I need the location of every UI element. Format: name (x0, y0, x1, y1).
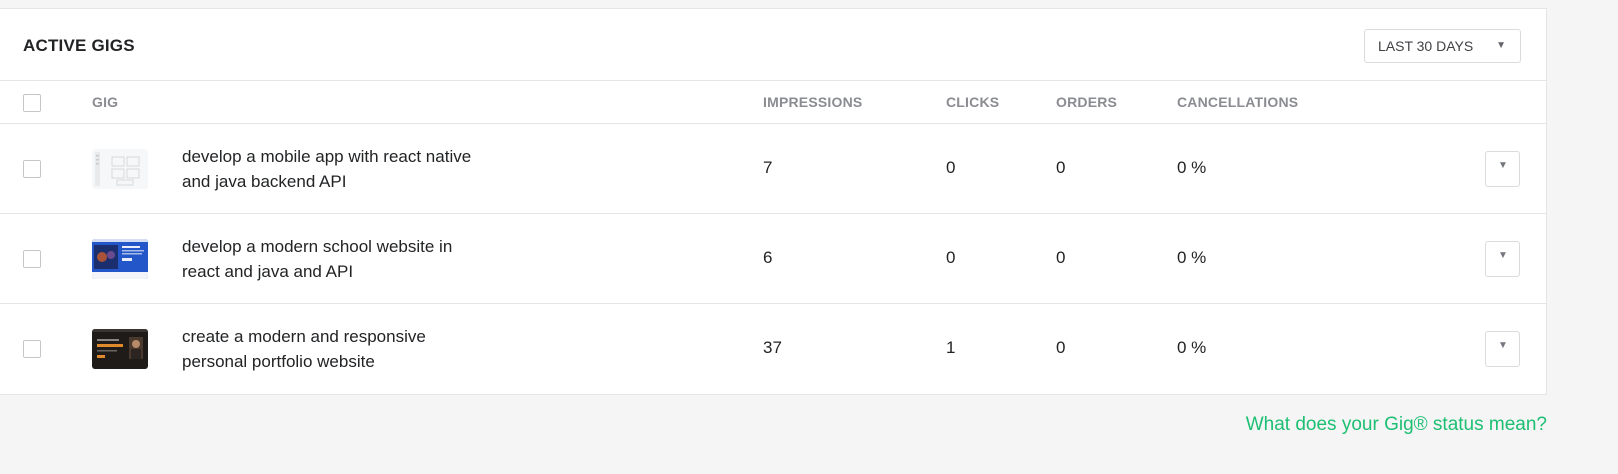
table-row: create a modern and responsive personal … (0, 304, 1546, 394)
gig-title-line: develop a modern school website in (182, 237, 453, 256)
gig-thumbnail[interactable] (92, 239, 148, 279)
blue-website-thumbnail-icon (92, 239, 148, 279)
period-dropdown[interactable]: LAST 30 DAYS ▼ (1364, 29, 1521, 63)
cancellations-value: 0 % (1177, 158, 1207, 177)
gig-title-link[interactable]: develop a modern school website in react… (182, 234, 542, 284)
orders-value: 0 (1056, 338, 1066, 357)
gig-thumbnail[interactable] (92, 329, 148, 369)
impressions-value: 37 (763, 338, 782, 357)
row-actions-dropdown[interactable]: ▼ (1485, 331, 1520, 367)
card-header: ACTIVE GIGS LAST 30 DAYS ▼ (0, 9, 1546, 81)
gig-title-link[interactable]: create a modern and responsive personal … (182, 324, 542, 374)
column-header-orders: ORDERS (1056, 94, 1118, 110)
table-row: develop a mobile app with react native a… (0, 124, 1546, 214)
impressions-value: 7 (763, 158, 773, 177)
select-all-checkbox[interactable] (23, 94, 41, 112)
gig-status-help-link[interactable]: What does your Gig® status mean? (1246, 414, 1547, 436)
chevron-down-icon: ▼ (1498, 340, 1508, 351)
impressions-value: 6 (763, 248, 773, 267)
chevron-down-icon: ▼ (1498, 160, 1508, 171)
gig-title-line: personal portfolio website (182, 352, 375, 371)
column-header-gig: GIG (92, 94, 119, 110)
chevron-down-icon: ▼ (1498, 250, 1508, 261)
gig-title-line: create a modern and responsive (182, 327, 426, 346)
gig-title-line: develop a mobile app with react native (182, 147, 472, 166)
gig-title-line: react and java and API (182, 262, 354, 281)
wireframe-thumbnail-icon (92, 149, 148, 189)
column-header-cancellations: CANCELLATIONS (1177, 94, 1299, 110)
table-row: develop a modern school website in react… (0, 214, 1546, 304)
orders-value: 0 (1056, 248, 1066, 267)
table-header: GIG IMPRESSIONS CLICKS ORDERS CANCELLATI… (0, 81, 1546, 124)
gig-thumbnail[interactable] (92, 149, 148, 189)
row-checkbox[interactable] (23, 250, 41, 268)
orders-value: 0 (1056, 158, 1066, 177)
clicks-value: 1 (946, 338, 956, 357)
cancellations-value: 0 % (1177, 338, 1207, 357)
row-actions-dropdown[interactable]: ▼ (1485, 151, 1520, 187)
gig-title-link[interactable]: develop a mobile app with react native a… (182, 144, 542, 194)
chevron-down-icon: ▼ (1496, 40, 1506, 51)
column-header-impressions: IMPRESSIONS (763, 94, 863, 110)
card-title: ACTIVE GIGS (23, 36, 135, 55)
row-checkbox[interactable] (23, 340, 41, 358)
active-gigs-card: ACTIVE GIGS LAST 30 DAYS ▼ GIG IMPRESSIO… (0, 8, 1547, 395)
gig-title-line: and java backend API (182, 172, 347, 191)
cancellations-value: 0 % (1177, 248, 1207, 267)
row-checkbox[interactable] (23, 160, 41, 178)
row-actions-dropdown[interactable]: ▼ (1485, 241, 1520, 277)
column-header-clicks: CLICKS (946, 94, 1000, 110)
period-dropdown-value: LAST 30 DAYS (1378, 38, 1474, 54)
clicks-value: 0 (946, 158, 956, 177)
clicks-value: 0 (946, 248, 956, 267)
dark-portfolio-thumbnail-icon (92, 329, 148, 369)
